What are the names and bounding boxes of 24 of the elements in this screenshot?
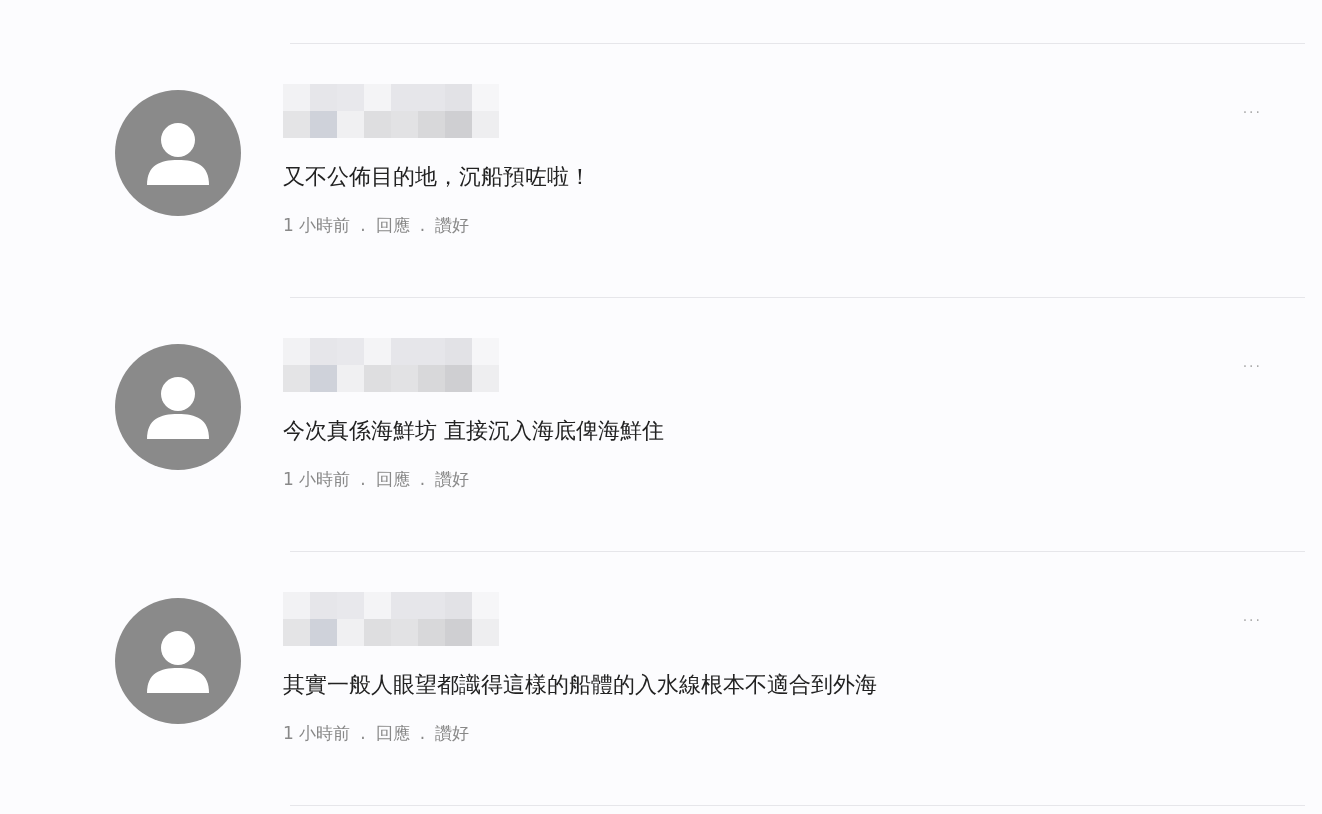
separator: . bbox=[418, 468, 427, 491]
timestamp: 1 小時前 bbox=[283, 722, 351, 745]
comment-text: 其實一般人眼望都識得這樣的船體的入水線根本不適合到外海 bbox=[283, 671, 878, 699]
reply-link[interactable]: 回應 bbox=[375, 213, 410, 237]
comment-text: 又不公佈目的地，沉船預咗啦！ bbox=[283, 163, 592, 191]
separator: . bbox=[418, 214, 427, 237]
avatar-icon bbox=[115, 598, 241, 724]
separator: . bbox=[418, 722, 427, 745]
avatar-icon bbox=[115, 90, 241, 216]
like-link[interactable]: 讚好 bbox=[435, 467, 470, 491]
more-button[interactable]: ··· bbox=[1242, 612, 1262, 628]
more-button[interactable]: ··· bbox=[1242, 358, 1262, 374]
more-button[interactable]: ··· bbox=[1242, 104, 1262, 120]
avatar-icon bbox=[115, 344, 241, 470]
timestamp: 1 小時前 bbox=[283, 468, 351, 491]
separator: . bbox=[359, 214, 367, 237]
comment-text: 今次真係海鮮坊 直接沉入海底俾海鮮住 bbox=[283, 417, 665, 445]
timestamp: 1 小時前 bbox=[283, 214, 351, 237]
separator: . bbox=[359, 468, 367, 491]
reply-link[interactable]: 回應 bbox=[375, 467, 410, 491]
like-link[interactable]: 讚好 bbox=[435, 213, 470, 237]
separator: . bbox=[359, 722, 367, 745]
like-link[interactable]: 讚好 bbox=[435, 721, 470, 745]
reply-link[interactable]: 回應 bbox=[375, 721, 410, 745]
